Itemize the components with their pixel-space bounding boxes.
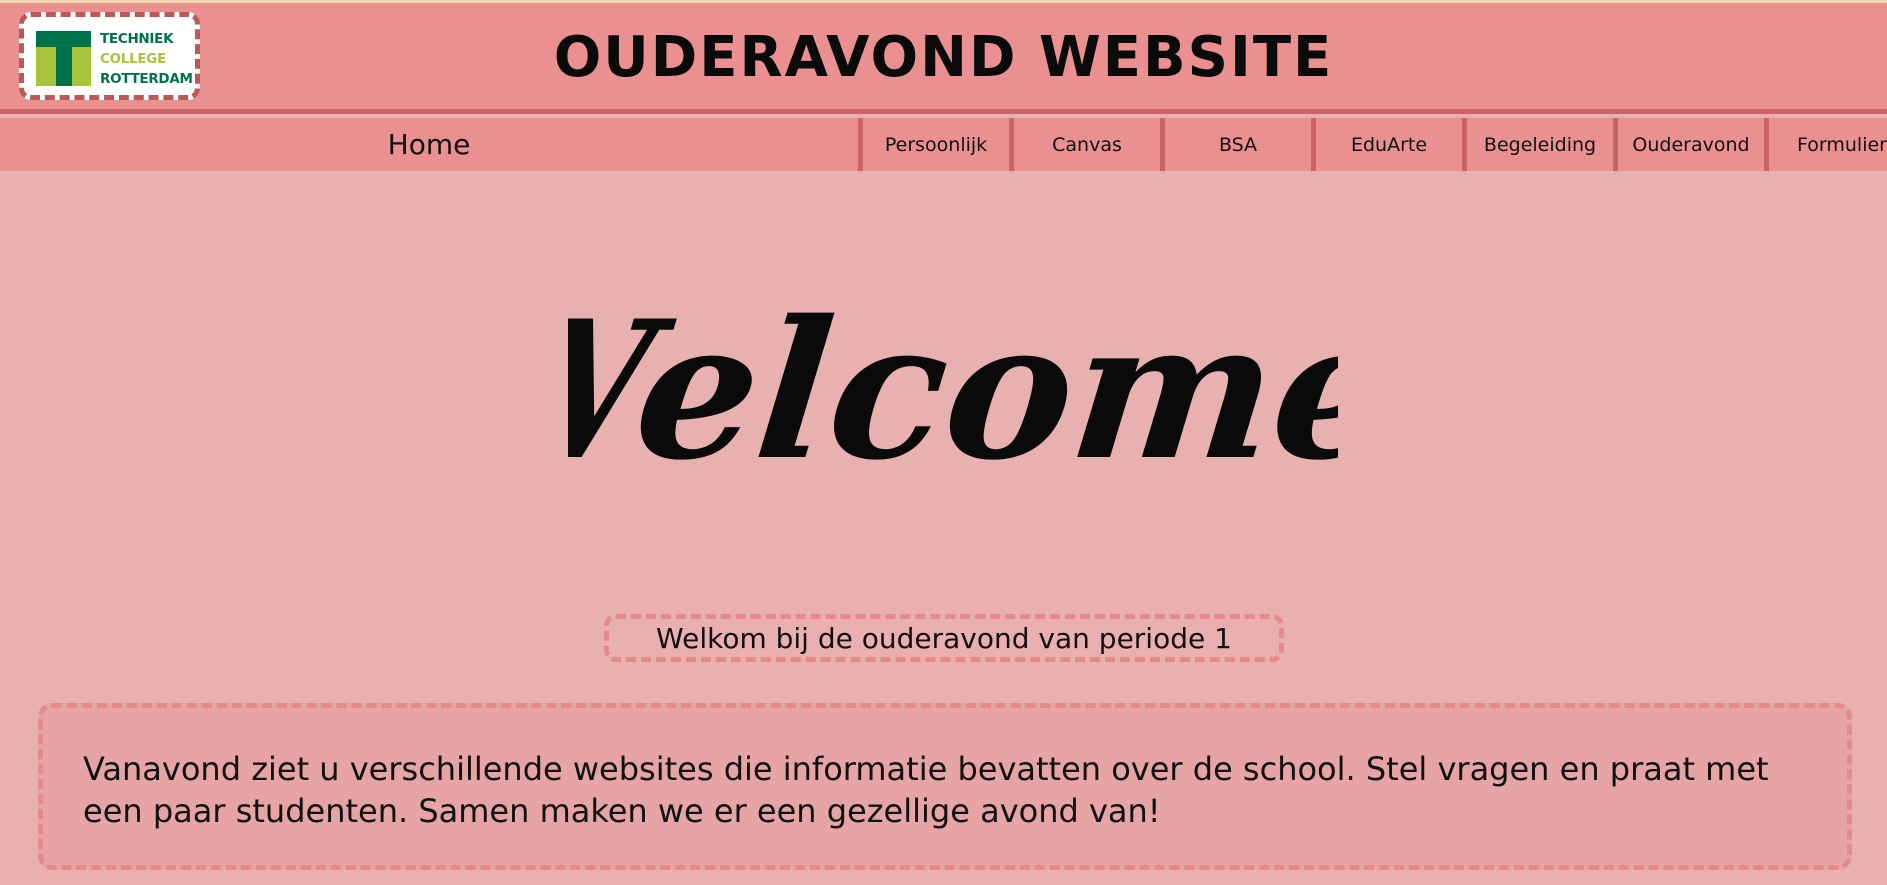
- welcome-subtitle: Welkom bij de ouderavond van periode 1: [656, 621, 1232, 655]
- nav-item-eduarte[interactable]: EduArte: [1311, 118, 1462, 171]
- welcome-text: Welcome!: [568, 278, 1338, 501]
- nav-item-formulier[interactable]: Formulier: [1764, 118, 1887, 171]
- main-nav: Home Persoonlijk Canvas BSA EduArte Bege…: [0, 118, 1887, 171]
- nav-item-begeleiding[interactable]: Begeleiding: [1462, 118, 1613, 171]
- nav-item-canvas[interactable]: Canvas: [1009, 118, 1160, 171]
- nav-item-ouderavond[interactable]: Ouderavond: [1613, 118, 1764, 171]
- intro-box: Vanavond ziet u verschillende websites d…: [38, 703, 1852, 870]
- welcome-heading: Welcome!: [568, 278, 1338, 501]
- site-title: Ouderavond Website: [553, 25, 1334, 90]
- nav-items: Persoonlijk Canvas BSA EduArte Begeleidi…: [858, 118, 1887, 171]
- nav-item-persoonlijk[interactable]: Persoonlijk: [858, 118, 1009, 171]
- intro-text: Vanavond ziet u verschillende websites d…: [83, 750, 1769, 830]
- nav-item-bsa[interactable]: BSA: [1160, 118, 1311, 171]
- nav-home-link[interactable]: Home: [0, 118, 858, 171]
- site-header: TECHNIEK COLLEGE ROTTERDAM Ouderavond We…: [0, 3, 1887, 114]
- welcome-subtitle-box: Welkom bij de ouderavond van periode 1: [604, 614, 1284, 662]
